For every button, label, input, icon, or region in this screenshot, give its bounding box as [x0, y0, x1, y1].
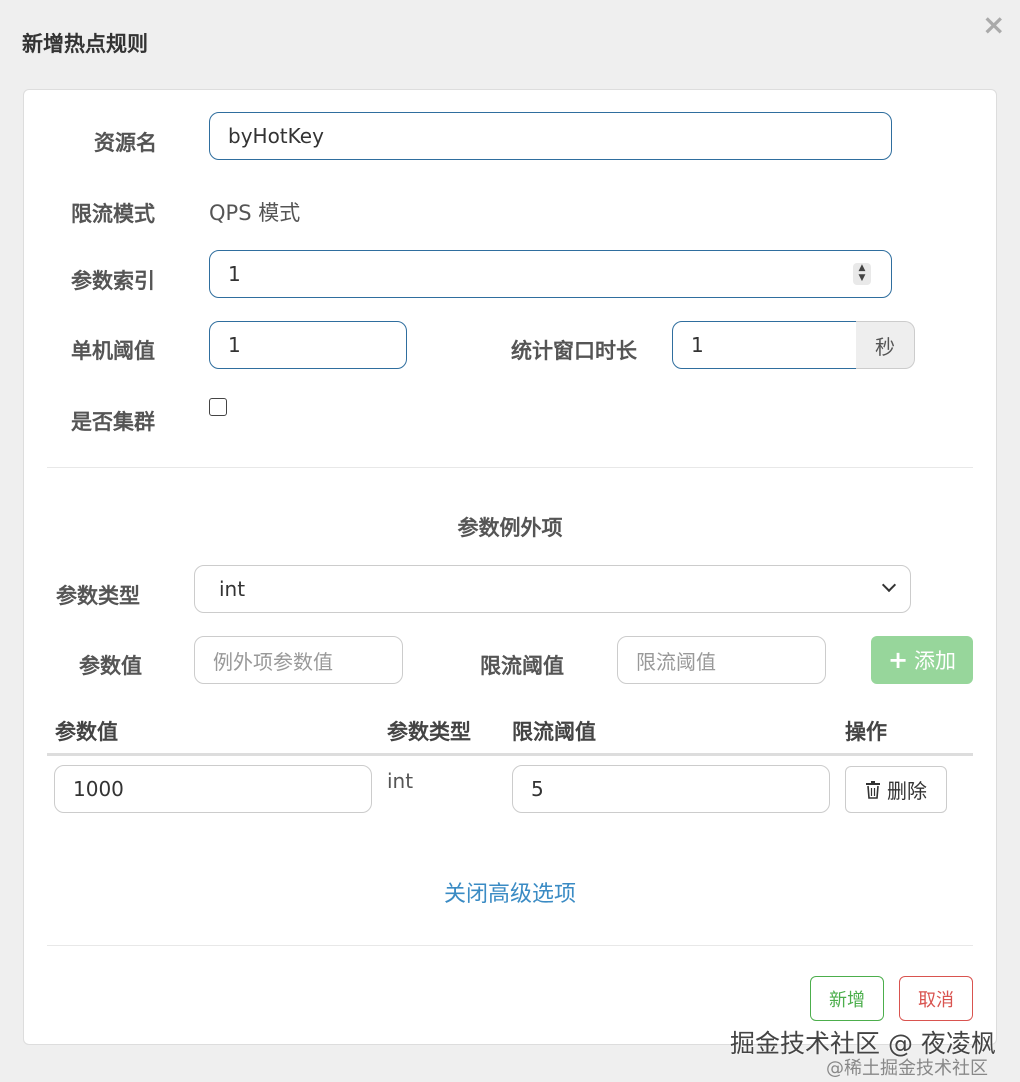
save-button[interactable]: 新增	[810, 976, 884, 1021]
limit-input[interactable]: 限流阈值	[617, 636, 826, 684]
th-action: 操作	[845, 720, 887, 744]
delete-button[interactable]: 删除	[845, 766, 947, 813]
mode-label: 限流模式	[71, 202, 155, 226]
param-index-label: 参数索引	[71, 269, 155, 293]
param-value-input[interactable]: 例外项参数值	[194, 636, 403, 684]
exceptions-title: 参数例外项	[457, 516, 563, 540]
window-input[interactable]: 1	[672, 321, 857, 369]
limit-placeholder: 限流阈值	[636, 649, 716, 674]
param-index-value: 1	[228, 262, 241, 286]
add-button[interactable]: + 添加	[871, 636, 973, 684]
row-value: 1000	[73, 777, 124, 801]
limit-label: 限流阈值	[480, 654, 564, 678]
resource-input[interactable]: byHotKey	[209, 112, 892, 160]
param-value-label: 参数值	[79, 654, 142, 678]
row-value-input[interactable]: 1000	[54, 765, 372, 813]
add-button-label: 添加	[914, 649, 957, 673]
number-spinner-icon[interactable]: ▲ ▼	[853, 263, 871, 285]
th-param-type: 参数类型	[387, 720, 471, 744]
divider	[47, 467, 973, 468]
param-type-select[interactable]: int	[194, 565, 911, 613]
param-type-value: int	[219, 577, 246, 601]
window-value: 1	[691, 333, 704, 357]
cluster-checkbox[interactable]	[209, 398, 227, 416]
resource-value: byHotKey	[228, 124, 324, 148]
delete-button-label: 删除	[887, 779, 927, 803]
row-limit: 5	[531, 777, 544, 801]
param-value-placeholder: 例外项参数值	[213, 649, 333, 674]
threshold-input[interactable]: 1	[209, 321, 407, 369]
param-type-label: 参数类型	[56, 584, 140, 608]
param-index-input[interactable]: 1 ▲ ▼	[209, 250, 892, 298]
row-limit-input[interactable]: 5	[512, 765, 830, 813]
watermark-subtext: @稀土掘金技术社区	[826, 1058, 988, 1079]
cancel-button[interactable]: 取消	[899, 976, 973, 1021]
chevron-down-icon	[881, 577, 897, 593]
window-unit-addon: 秒	[856, 321, 915, 369]
plus-icon: +	[887, 646, 909, 674]
row-type: int	[387, 769, 414, 793]
footer-divider	[47, 945, 973, 946]
cluster-label: 是否集群	[71, 410, 155, 434]
window-label: 统计窗口时长	[511, 339, 637, 363]
resource-label: 资源名	[94, 131, 157, 155]
close-advanced-link[interactable]: 关闭高级选项	[0, 876, 1020, 908]
dialog-title: 新增热点规则	[22, 32, 148, 56]
threshold-value: 1	[228, 333, 241, 357]
close-icon[interactable]: ×	[982, 10, 1005, 40]
table-header-divider	[47, 753, 973, 756]
trash-icon	[866, 780, 880, 799]
th-limit: 限流阈值	[512, 720, 596, 744]
th-param-value: 参数值	[55, 720, 118, 744]
mode-value: QPS 模式	[209, 201, 301, 225]
threshold-label: 单机阈值	[71, 339, 155, 363]
